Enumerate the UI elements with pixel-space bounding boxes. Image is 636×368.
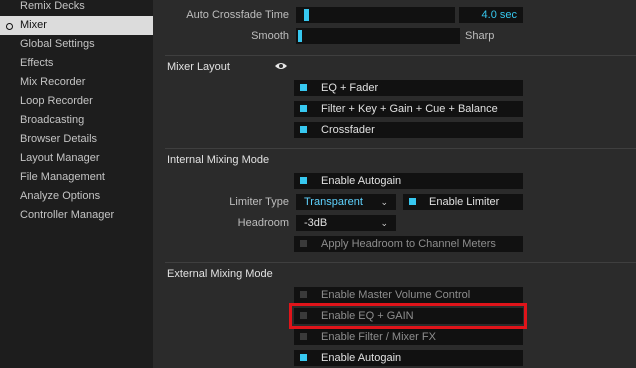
external-enable-autogain-option[interactable]: Enable Autogain (294, 350, 523, 366)
chevron-down-icon: ⌄ (380, 218, 388, 228)
option-label: Enable Autogain (321, 352, 402, 364)
internal-enable-autogain-option[interactable]: Enable Autogain (294, 173, 523, 189)
sidebar-item-label: Mixer (20, 19, 47, 31)
option-label: Filter + Key + Gain + Cue + Balance (321, 103, 498, 115)
checkbox-icon[interactable] (300, 240, 307, 247)
section-divider (165, 262, 636, 263)
checkbox-icon[interactable] (300, 84, 307, 91)
sidebar-item-label: File Management (20, 171, 105, 183)
mixer-layout-title: Mixer Layout (167, 61, 230, 73)
sidebar-item-mix-recorder[interactable]: Mix Recorder (0, 73, 153, 92)
sidebar-item-label: Analyze Options (20, 190, 101, 202)
auto-crossfade-time-label: Auto Crossfade Time (186, 9, 289, 21)
eye-icon[interactable] (274, 61, 288, 71)
sidebar-item-loop-recorder[interactable]: Loop Recorder (0, 92, 153, 111)
sidebar-item-label: Controller Manager (20, 209, 115, 221)
option-label: Enable Filter / Mixer FX (321, 331, 436, 343)
sidebar-item-label: Layout Manager (20, 152, 100, 164)
checkbox-icon[interactable] (300, 333, 307, 340)
smooth-label: Smooth (251, 30, 289, 42)
auto-crossfade-time-slider[interactable] (296, 7, 455, 23)
sidebar-item-broadcasting[interactable]: Broadcasting (0, 111, 153, 130)
internal-mixing-mode-title: Internal Mixing Mode (167, 154, 270, 166)
headroom-select[interactable]: -3dB ⌄ (296, 215, 396, 231)
sidebar-item-label: Broadcasting (20, 114, 85, 126)
option-label: Enable Master Volume Control (321, 289, 471, 301)
option-label: EQ + Fader (321, 82, 379, 94)
checkbox-icon[interactable] (300, 177, 307, 184)
checkbox-icon[interactable] (300, 105, 307, 112)
enable-filter-mixer-fx-option[interactable]: Enable Filter / Mixer FX (294, 329, 523, 345)
sidebar-item-label: Global Settings (20, 38, 95, 50)
limiter-type-label: Limiter Type (229, 196, 289, 208)
chevron-down-icon: ⌄ (380, 197, 388, 207)
crossfader-option[interactable]: Crossfader (294, 122, 523, 138)
sidebar-item-remix-decks[interactable]: Remix Decks (0, 0, 153, 16)
section-divider (165, 55, 636, 56)
apply-headroom-option[interactable]: Apply Headroom to Channel Meters (294, 236, 523, 252)
red-highlight-box (289, 303, 527, 329)
section-divider (165, 148, 636, 149)
external-mixing-mode-title: External Mixing Mode (167, 268, 273, 280)
headroom-label: Headroom (237, 217, 289, 229)
sidebar-item-label: Remix Decks (20, 0, 85, 12)
option-label: Crossfader (321, 124, 375, 136)
preferences-sidebar: Remix Decks Mixer Global Settings Effect… (0, 0, 153, 368)
filter-key-gain-cue-balance-option[interactable]: Filter + Key + Gain + Cue + Balance (294, 101, 523, 117)
checkbox-icon[interactable] (300, 291, 307, 298)
crossfade-curve-slider[interactable] (296, 28, 460, 44)
sidebar-item-label: Browser Details (20, 133, 98, 145)
option-label: Enable Autogain (321, 175, 402, 187)
sidebar-item-browser-details[interactable]: Browser Details (0, 130, 153, 149)
bullet-icon (6, 23, 13, 30)
slider-handle[interactable] (304, 9, 309, 21)
select-value: Transparent (304, 196, 363, 208)
enable-limiter-option[interactable]: Enable Limiter (403, 194, 523, 210)
mixer-settings-panel: Auto Crossfade Time 4.0 sec Smooth Sharp… (153, 0, 636, 368)
sidebar-item-analyze-options[interactable]: Analyze Options (0, 187, 153, 206)
sidebar-item-global-settings[interactable]: Global Settings (0, 35, 153, 54)
limiter-type-select[interactable]: Transparent ⌄ (296, 194, 396, 210)
auto-crossfade-time-value[interactable]: 4.0 sec (459, 7, 523, 23)
sidebar-item-label: Effects (20, 57, 54, 69)
sidebar-item-label: Loop Recorder (20, 95, 93, 107)
select-value: -3dB (304, 217, 328, 229)
option-label: Apply Headroom to Channel Meters (321, 238, 496, 250)
sidebar-item-controller-manager[interactable]: Controller Manager (0, 206, 153, 225)
eq-fader-option[interactable]: EQ + Fader (294, 80, 523, 96)
sidebar-item-mixer[interactable]: Mixer (0, 16, 153, 35)
sidebar-item-label: Mix Recorder (20, 76, 86, 88)
enable-master-volume-option[interactable]: Enable Master Volume Control (294, 287, 523, 303)
checkbox-icon[interactable] (300, 354, 307, 361)
option-label: Enable Limiter (429, 196, 500, 208)
slider-handle[interactable] (298, 30, 302, 42)
checkbox-icon[interactable] (409, 198, 416, 205)
sharp-label: Sharp (465, 30, 495, 42)
sidebar-item-file-management[interactable]: File Management (0, 168, 153, 187)
sidebar-item-effects[interactable]: Effects (0, 54, 153, 73)
checkbox-icon[interactable] (300, 126, 307, 133)
sidebar-item-layout-manager[interactable]: Layout Manager (0, 149, 153, 168)
